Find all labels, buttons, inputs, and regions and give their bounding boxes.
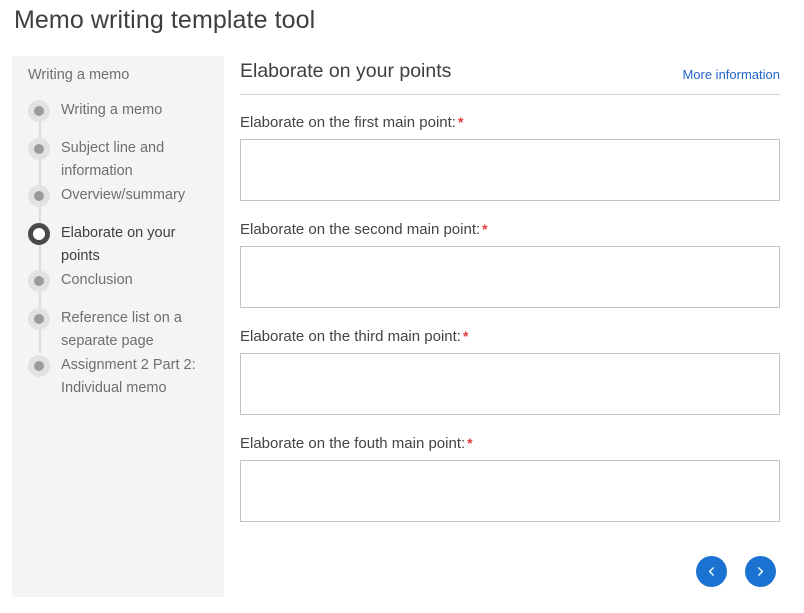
field-textarea[interactable] (240, 460, 780, 522)
page-layout: Writing a memo Writing a memo Subject lin… (0, 56, 804, 613)
sidebar-item[interactable]: Elaborate on your points (12, 221, 224, 268)
nav-bullet-dot (34, 106, 44, 116)
nav-bullet-dot (34, 361, 44, 371)
sidebar-item-label: Assignment 2 Part 2: Individual memo (61, 357, 196, 396)
field-label: Elaborate on the first main point: * (240, 114, 780, 131)
nav-bullet-dot (34, 191, 44, 201)
sidebar: Writing a memo Writing a memo Subject lin… (12, 56, 224, 597)
sidebar-item-label: Reference list on a separate page (61, 310, 182, 349)
main-content: Elaborate on your points More informatio… (240, 56, 780, 522)
sidebar-item-label: Writing a memo (61, 102, 163, 118)
sidebar-item[interactable]: Reference list on a separate page (12, 306, 224, 353)
nav-bullet-icon (28, 138, 50, 160)
nav-bullet-icon (28, 355, 50, 377)
sidebar-item-label: Elaborate on your points (61, 225, 176, 264)
previous-page-button[interactable] (696, 556, 727, 587)
field-textarea[interactable] (240, 246, 780, 308)
sidebar-item[interactable]: Overview/summary (12, 183, 224, 221)
field-textarea[interactable] (240, 353, 780, 415)
nav-bullet-icon (28, 100, 50, 122)
field-label-text: Elaborate on the first main point: (240, 114, 456, 131)
field-label: Elaborate on the fouth main point: * (240, 435, 780, 452)
next-page-button[interactable] (745, 556, 776, 587)
nav-bullet-icon (28, 185, 50, 207)
sidebar-item-label: Subject line and information (61, 140, 165, 179)
form-field: Elaborate on the third main point: * (240, 328, 780, 415)
sidebar-item-label: Overview/summary (61, 187, 186, 203)
sidebar-item[interactable]: Subject line and information (12, 136, 224, 183)
form-field: Elaborate on the second main point: * (240, 221, 780, 308)
field-textarea[interactable] (240, 139, 780, 201)
field-label: Elaborate on the third main point: * (240, 328, 780, 345)
sidebar-item[interactable]: Conclusion (12, 268, 224, 306)
required-marker: * (482, 221, 488, 237)
required-marker: * (457, 114, 464, 130)
main-header: Elaborate on your points More informatio… (240, 56, 780, 95)
section-title: Elaborate on your points (240, 60, 452, 82)
nav-bullet-dot (34, 276, 44, 286)
nav-bullet-icon (28, 270, 50, 292)
sidebar-item-label: Conclusion (61, 272, 133, 288)
sidebar-item[interactable]: Assignment 2 Part 2: Individual memo (12, 353, 224, 400)
nav-bullet-dot (34, 144, 44, 154)
sidebar-heading: Writing a memo (28, 67, 130, 83)
sidebar-nav-list: Writing a memo Subject line and informati… (12, 98, 224, 400)
field-label-text: Elaborate on the second main point: (240, 221, 481, 238)
required-marker: * (467, 435, 473, 451)
required-marker: * (462, 328, 469, 344)
chevron-right-icon (754, 565, 767, 578)
nav-bullet-icon (28, 308, 50, 330)
page-title: Memo writing template tool (14, 6, 316, 34)
sidebar-item[interactable]: Writing a memo (12, 98, 224, 136)
nav-bullet-dot (34, 314, 44, 324)
form-field: Elaborate on the first main point: * (240, 114, 780, 201)
field-label-text: Elaborate on the fouth main point: (240, 435, 466, 452)
nav-bullet-active-icon (28, 223, 50, 245)
field-label-text: Elaborate on the third main point: (240, 328, 461, 345)
form-field: Elaborate on the fouth main point: * (240, 435, 780, 522)
more-information-link[interactable]: More information (682, 67, 780, 82)
field-label: Elaborate on the second main point: * (240, 221, 780, 238)
chevron-left-icon (705, 565, 718, 578)
pager (240, 556, 780, 596)
form-fields: Elaborate on the first main point: * Elabo… (240, 114, 780, 522)
